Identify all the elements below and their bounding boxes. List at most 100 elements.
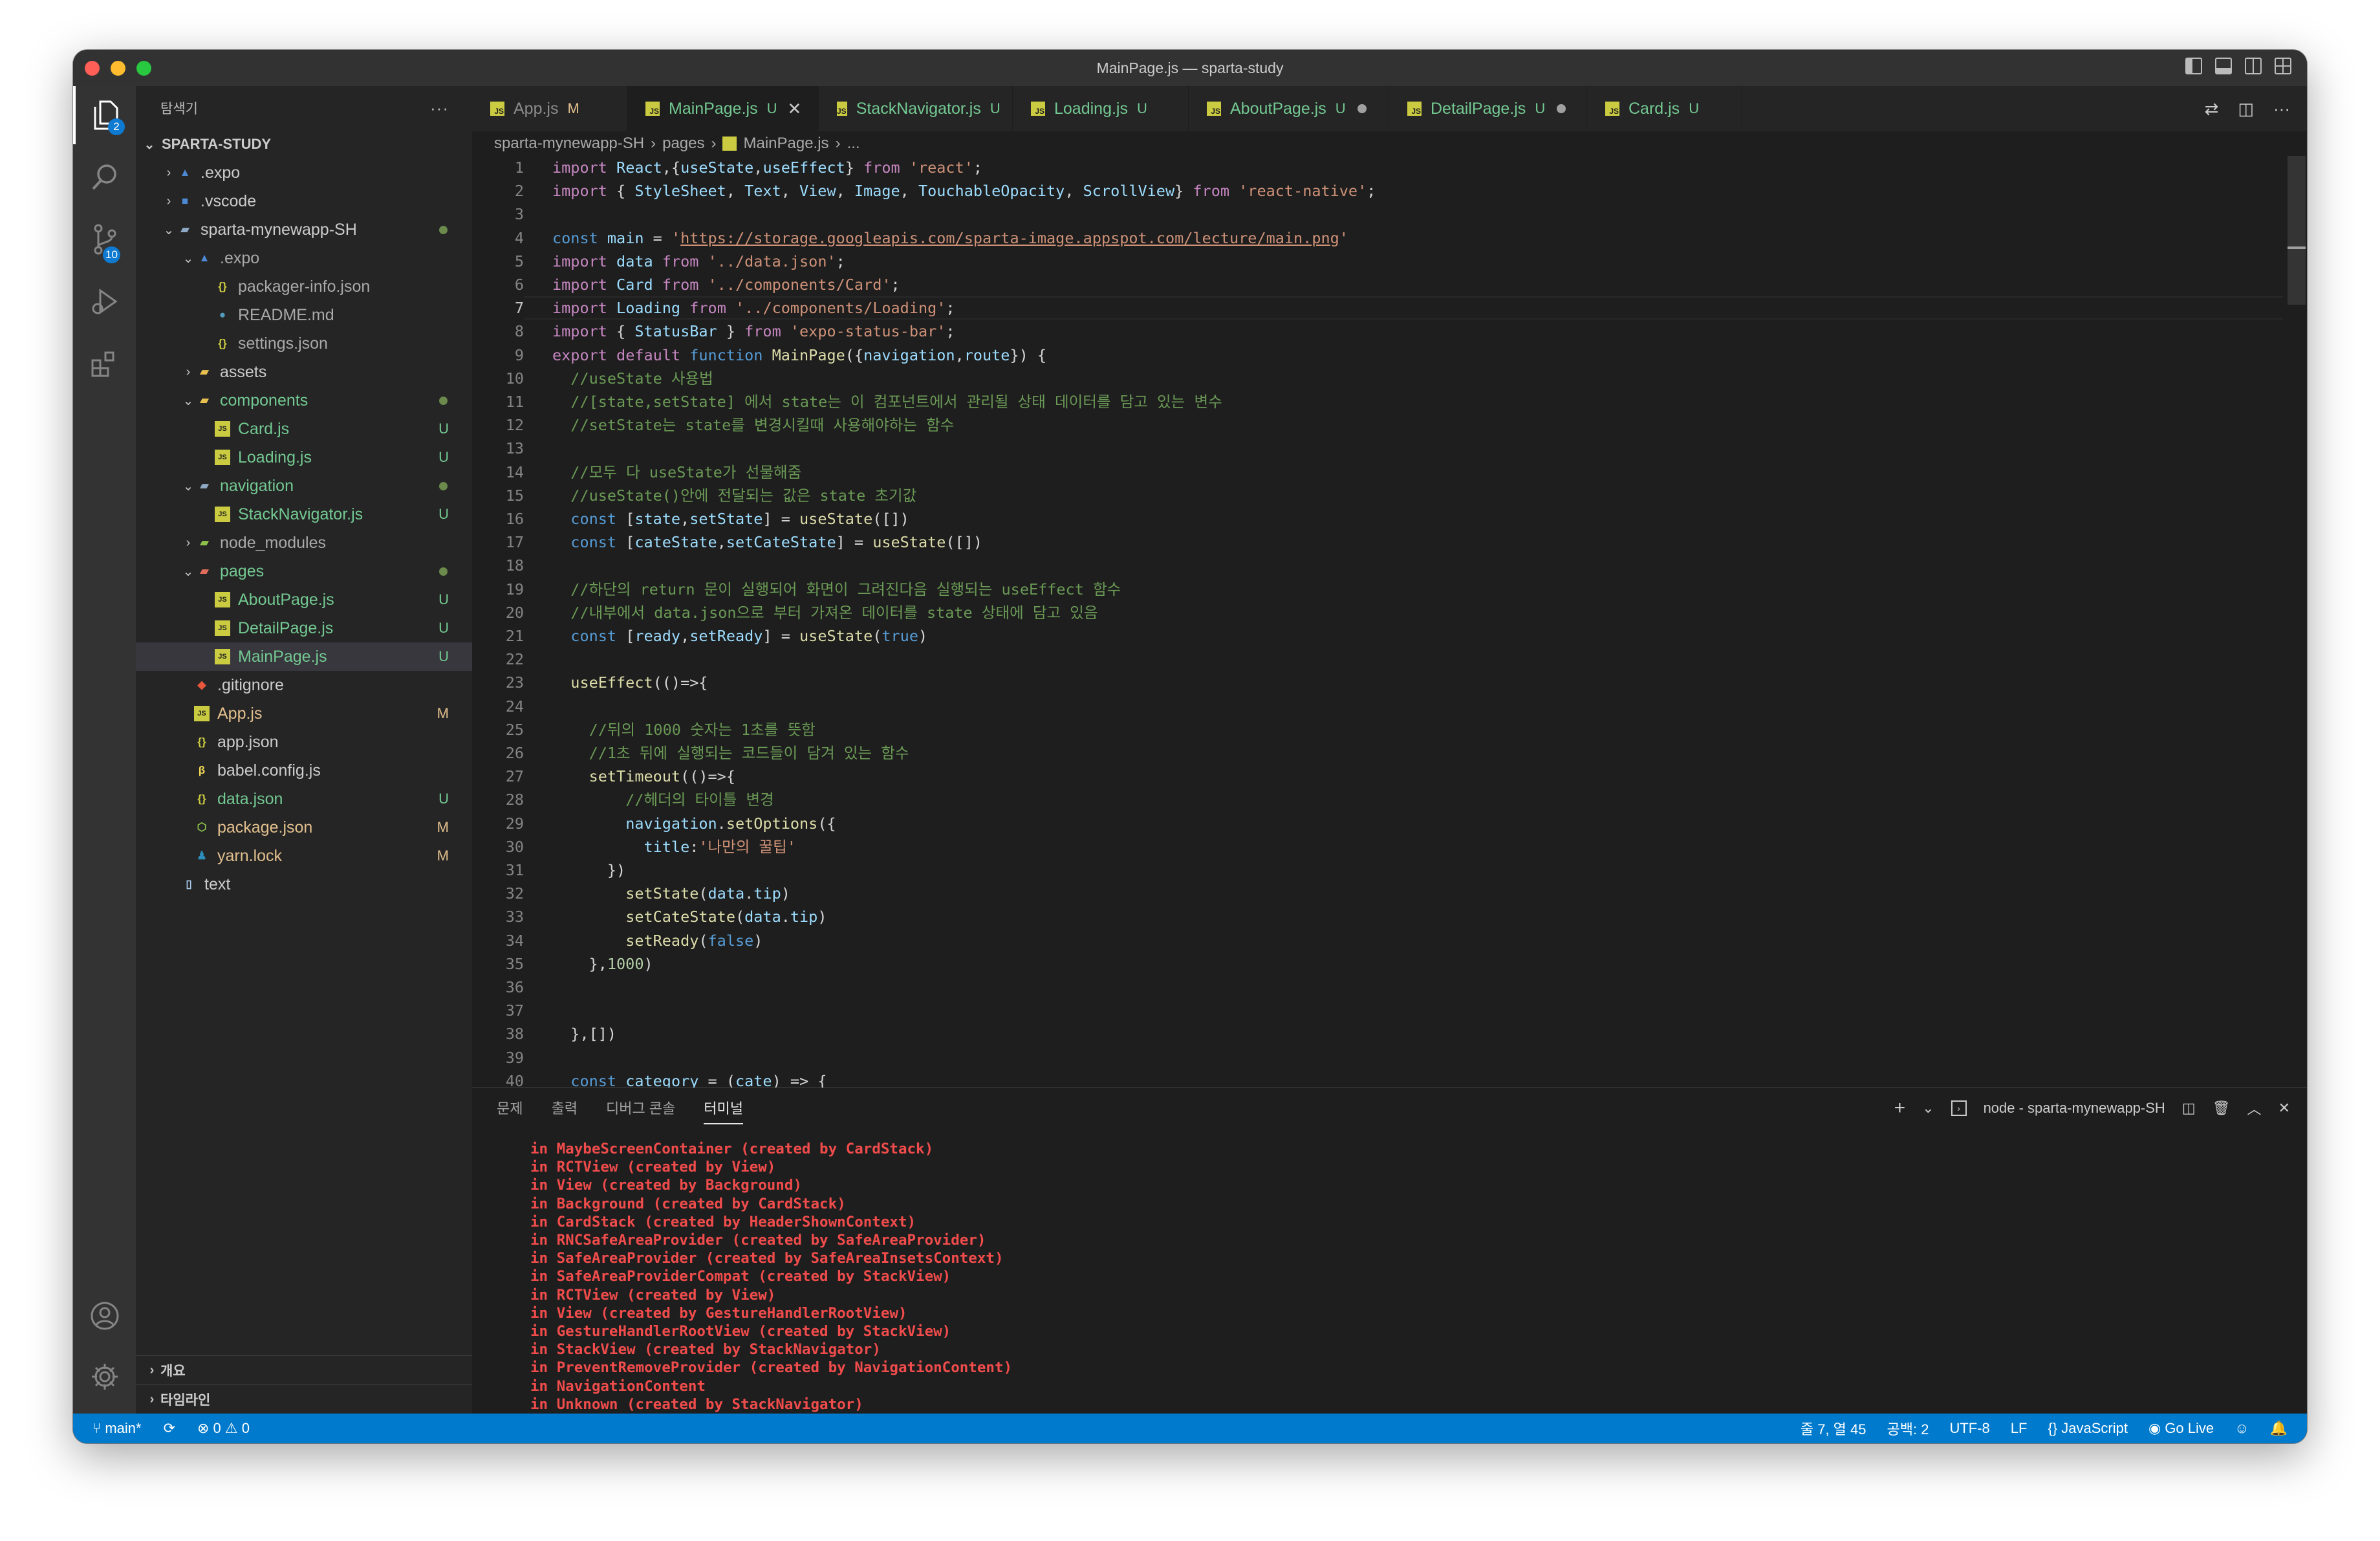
explorer-icon[interactable]: 2 — [73, 86, 136, 144]
tree-item-components[interactable]: ⌄ ▰ components — [136, 386, 472, 415]
outline-section[interactable]: › 개요 — [136, 1355, 472, 1384]
tree-item-gitignore[interactable]: ◆ .gitignore — [136, 671, 472, 699]
code-line[interactable]: 29 navigation.setOptions({ — [472, 812, 836, 835]
code-line[interactable]: 10 //useState 사용법 — [472, 367, 713, 390]
tree-item-expo-subfolder[interactable]: ⌄ ▲ .expo — [136, 244, 472, 272]
code-line[interactable]: 31 }) — [472, 858, 625, 882]
code-line[interactable]: 36 — [472, 976, 561, 999]
more-actions-icon[interactable]: ··· — [2273, 99, 2290, 119]
toggle-secondary-sidebar-icon[interactable] — [2245, 58, 2262, 74]
code-line[interactable]: 1 import React,{useState,useEffect} from … — [472, 156, 982, 179]
sync-icon[interactable]: ⟳ — [164, 1420, 175, 1437]
tree-item-babel-config[interactable]: β babel.config.js — [136, 756, 472, 785]
tree-item-expo-folder[interactable]: › ▲ .expo — [136, 158, 472, 187]
code-line[interactable]: 35 },1000) — [472, 952, 653, 976]
code-line[interactable]: 7 import Loading from '../components/Load… — [472, 296, 955, 320]
end-of-line[interactable]: LF — [2011, 1420, 2028, 1437]
code-line[interactable]: 38 },[]) — [472, 1022, 616, 1045]
settings-gear-icon[interactable] — [73, 1348, 136, 1406]
tab-problems[interactable]: 문제 — [497, 1097, 523, 1118]
tab-detailpage-js[interactable]: JS DetailPage.js U — [1389, 86, 1587, 131]
code-line[interactable]: 37 — [472, 999, 561, 1022]
code-editor[interactable]: 1 import React,{useState,useEffect} from … — [472, 156, 2283, 1090]
code-line[interactable]: 13 — [472, 437, 561, 460]
breadcrumb-file[interactable]: MainPage.js — [743, 135, 828, 153]
code-line[interactable]: 30 title:'나만의 꿀팁' — [472, 835, 796, 858]
code-line[interactable]: 28 //헤더의 타이틀 변경 — [472, 788, 774, 811]
code-line[interactable]: 22 — [472, 648, 561, 671]
code-line[interactable]: 24 — [472, 695, 561, 718]
source-control-icon[interactable]: 10 — [73, 210, 136, 268]
tree-item-assets[interactable]: › ▰ assets — [136, 358, 472, 386]
tab-aboutpage-js[interactable]: JS AboutPage.js U — [1189, 86, 1389, 131]
code-line[interactable]: 19 //하단의 return 문이 실행되어 화면이 그려진다음 실행되는 u… — [472, 578, 1121, 601]
chevron-down-icon[interactable]: ⌄ — [1922, 1100, 1934, 1117]
tab-loading-js[interactable]: JS Loading.js U — [1013, 86, 1189, 131]
tree-item-node-modules[interactable]: › ▰ node_modules — [136, 529, 472, 557]
tree-item-packager-info[interactable]: {} packager-info.json — [136, 272, 472, 301]
editor-scrollbar[interactable] — [2285, 156, 2307, 1087]
accounts-icon[interactable] — [73, 1287, 136, 1345]
code-line[interactable]: 8 import { StatusBar } from 'expo-status-… — [472, 320, 955, 343]
tree-item-app-json[interactable]: {} app.json — [136, 728, 472, 756]
branch-status[interactable]: ⑂ main* — [92, 1420, 142, 1437]
code-line[interactable]: 18 — [472, 554, 561, 577]
code-line[interactable]: 23 useEffect(()=>{ — [472, 671, 708, 694]
indentation[interactable]: 공백: 2 — [1887, 1418, 1929, 1439]
encoding[interactable]: UTF-8 — [1949, 1420, 1989, 1437]
tree-item-settings-json[interactable]: {} settings.json — [136, 329, 472, 358]
tab-output[interactable]: 출력 — [551, 1097, 577, 1118]
split-editor-icon[interactable]: ◫ — [2238, 99, 2254, 119]
problems-status[interactable]: ⊗ 0 ⚠ 0 — [197, 1420, 250, 1437]
code-line[interactable]: 34 setReady(false) — [472, 929, 763, 952]
code-line[interactable]: 32 setState(data.tip) — [472, 882, 790, 905]
toggle-panel-icon[interactable] — [2215, 58, 2232, 74]
tab-mainpage-js[interactable]: JS MainPage.js U ✕ — [627, 86, 819, 131]
breadcrumb-more[interactable]: ... — [847, 135, 860, 153]
tree-item-pages[interactable]: ⌄ ▰ pages — [136, 557, 472, 585]
code-line[interactable]: 25 //뒤의 1000 숫자는 1초를 뜻함 — [472, 718, 816, 741]
tab-terminal[interactable]: 터미널 — [704, 1097, 744, 1124]
code-line[interactable]: 4 const main = 'https://storage.googleapi… — [472, 226, 1348, 250]
cursor-position[interactable]: 줄 7, 열 45 — [1801, 1418, 1866, 1439]
code-line[interactable]: 3 — [472, 202, 561, 226]
tree-item-detailpage-js[interactable]: JS DetailPage.js U — [136, 614, 472, 642]
close-tab-icon[interactable]: ✕ — [787, 99, 801, 119]
extensions-icon[interactable] — [73, 334, 136, 393]
breadcrumb-folder[interactable]: pages — [662, 135, 704, 153]
zoom-window-button[interactable] — [136, 61, 151, 76]
tree-item-readme[interactable]: ● README.md — [136, 301, 472, 329]
customize-layout-icon[interactable] — [2275, 58, 2291, 74]
open-changes-icon[interactable]: ⇄ — [2205, 99, 2219, 119]
code-line[interactable]: 26 //1초 뒤에 실행되는 코드들이 담겨 있는 함수 — [472, 741, 909, 765]
code-line[interactable]: 17 const [cateState,setCateState] = useS… — [472, 530, 982, 554]
project-root[interactable]: ⌄ SPARTA-STUDY — [136, 130, 472, 158]
maximize-panel-icon[interactable]: ︿ — [2247, 1098, 2262, 1119]
breadcrumb-root[interactable]: sparta-mynewapp-SH — [494, 135, 644, 153]
tab-card-js[interactable]: JS Card.js U — [1587, 86, 1742, 131]
code-line[interactable]: 27 setTimeout(()=>{ — [472, 765, 735, 788]
code-line[interactable]: 5 import data from '../data.json'; — [472, 250, 845, 273]
tree-item-mainpage-js[interactable]: JS MainPage.js U — [136, 642, 472, 671]
feedback-icon[interactable]: ☺ — [2234, 1420, 2249, 1437]
code-line[interactable]: 11 //[state,setState] 에서 state는 이 컴포넌트에서… — [472, 390, 1222, 413]
tree-item-data-json[interactable]: {} data.json U — [136, 785, 472, 813]
tab-app-js[interactable]: JS App.js M — [472, 86, 627, 131]
tree-item-card-js[interactable]: JS Card.js U — [136, 415, 472, 443]
code-line[interactable]: 15 //useState()안에 전달되는 값은 state 초기값 — [472, 484, 917, 507]
search-icon[interactable] — [73, 148, 136, 206]
tree-item-text[interactable]: ▯ text — [136, 870, 472, 899]
language-mode[interactable]: {} JavaScript — [2048, 1420, 2128, 1437]
terminal-output[interactable]: in MaybeScreenContainer (created by Card… — [530, 1140, 1012, 1414]
terminal-name[interactable]: node - sparta-mynewapp-SH — [1984, 1100, 2165, 1117]
code-line[interactable]: 6 import Card from '../components/Card'; — [472, 273, 900, 296]
code-line[interactable]: 16 const [state,setState] = useState([]) — [472, 507, 909, 530]
tree-item-app-folder[interactable]: ⌄ ▰ sparta-mynewapp-SH — [136, 215, 472, 244]
kill-terminal-icon[interactable]: 🗑 — [2212, 1100, 2231, 1117]
code-line[interactable]: 39 — [472, 1046, 561, 1069]
close-panel-icon[interactable]: ✕ — [2278, 1100, 2290, 1117]
timeline-section[interactable]: › 타임라인 — [136, 1384, 472, 1414]
close-window-button[interactable] — [85, 61, 100, 76]
tab-debug-console[interactable]: 디버그 콘솔 — [606, 1097, 675, 1118]
code-line[interactable]: 14 //모두 다 useState가 선물해줌 — [472, 461, 801, 484]
